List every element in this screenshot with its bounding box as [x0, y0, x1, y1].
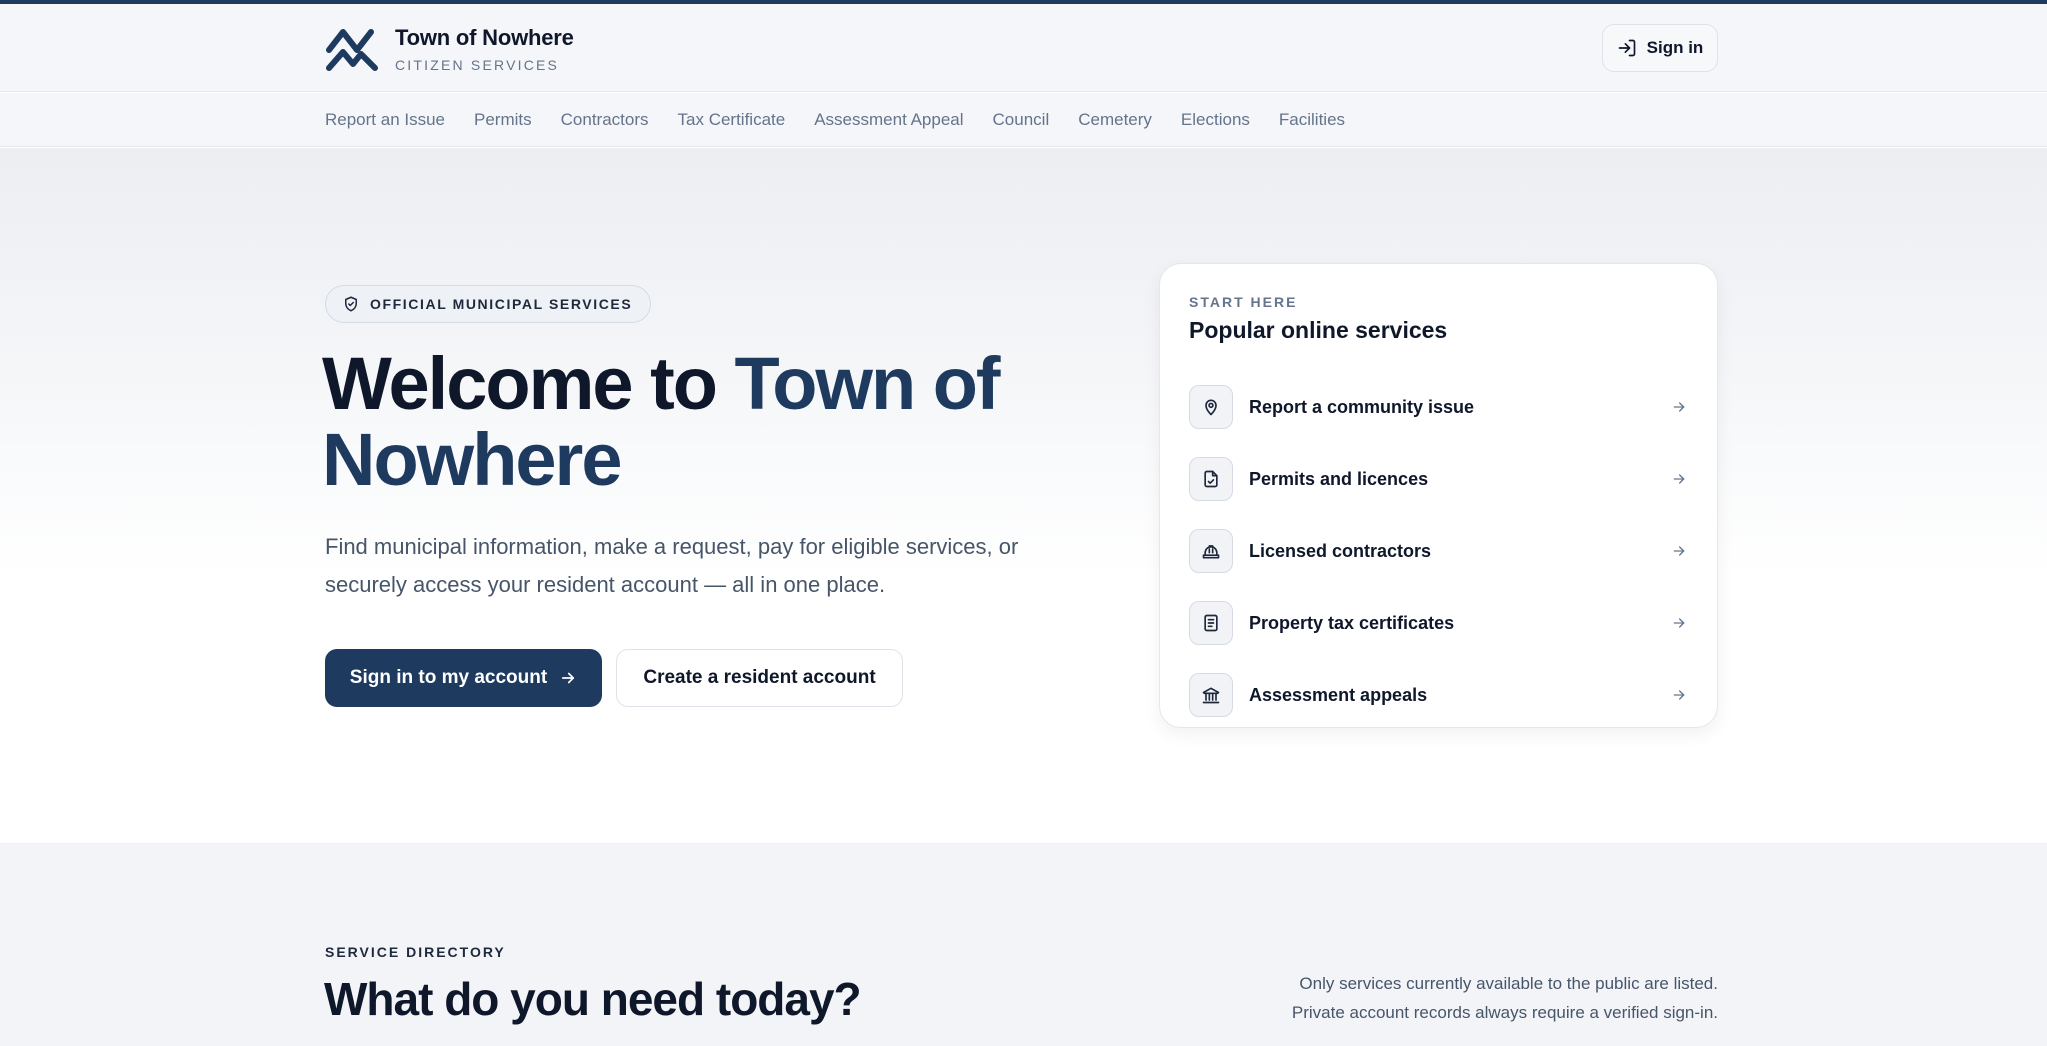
arrow-right-icon	[1673, 402, 1685, 412]
service-assessment-appeals[interactable]: Assessment appeals	[1189, 659, 1689, 731]
nav-contractors[interactable]: Contractors	[561, 110, 649, 130]
brand-text: Town of Nowhere CITIZEN SERVICES	[395, 25, 574, 73]
service-label: Permits and licences	[1249, 468, 1429, 489]
hero-title-plain: Welcome to	[322, 342, 735, 425]
nav-report-issue[interactable]: Report an Issue	[325, 110, 445, 130]
directory-note: Only services currently available to the…	[1292, 969, 1718, 1027]
service-report-issue[interactable]: Report a community issue	[1189, 371, 1689, 443]
arrow-right-icon	[1673, 618, 1685, 628]
arrow-right-icon	[1673, 474, 1685, 484]
directory-title: What do you need today?	[324, 973, 862, 1025]
sign-in-icon	[1618, 39, 1635, 57]
official-badge: OFFICIAL MUNICIPAL SERVICES	[325, 285, 652, 323]
service-label: Report a community issue	[1249, 396, 1475, 417]
popular-services-list: Report a community issue Permits and lic…	[1189, 371, 1689, 731]
shield-check-icon	[345, 296, 357, 312]
service-permits[interactable]: Permits and licences	[1189, 443, 1689, 515]
create-account-button[interactable]: Create a resident account	[616, 649, 903, 707]
create-account-label: Create a resident account	[643, 667, 876, 688]
arrow-right-icon	[1673, 546, 1685, 556]
service-label: Property tax certificates	[1249, 612, 1455, 633]
directory-note-line1: Only services currently available to the…	[1299, 974, 1718, 993]
hero-section: OFFICIAL MUNICIPAL SERVICES Welcome to T…	[0, 148, 2047, 843]
file-check-icon	[1204, 470, 1218, 488]
nav-permits[interactable]: Permits	[474, 110, 532, 130]
site-header: Town of Nowhere CITIZEN SERVICES Sign in	[0, 4, 2047, 92]
landmark-icon	[1202, 687, 1220, 704]
service-label: Assessment appeals	[1249, 684, 1428, 705]
card-eyebrow: START HERE	[1189, 294, 1298, 310]
hero-title: Welcome to Town of Nowhere	[322, 346, 1082, 498]
header-sign-in-label: Sign in	[1646, 38, 1704, 57]
service-label: Licensed contractors	[1249, 540, 1432, 561]
service-tax-certificates[interactable]: Property tax certificates	[1189, 587, 1689, 659]
service-contractors[interactable]: Licensed contractors	[1189, 515, 1689, 587]
hero-description: Find municipal information, make a reque…	[325, 534, 1019, 597]
directory-note-line2: Private account records always require a…	[1291, 1003, 1718, 1022]
hard-hat-icon	[1202, 545, 1220, 559]
sign-in-account-label: Sign in to my account	[349, 667, 548, 688]
brand-name: Town of Nowhere	[395, 25, 574, 50]
mountain-logo-icon	[326, 29, 378, 71]
service-directory-section: SERVICE DIRECTORY What do you need today…	[0, 843, 2047, 1046]
map-pin-icon	[1205, 399, 1217, 416]
header-sign-in-button[interactable]: Sign in	[1602, 24, 1718, 72]
arrow-right-icon	[1673, 690, 1685, 700]
sign-in-account-button[interactable]: Sign in to my account	[325, 649, 602, 707]
main-nav: Report an Issue Permits Contractors Tax …	[0, 93, 2047, 147]
nav-cemetery[interactable]: Cemetery	[1078, 110, 1152, 130]
nav-facilities[interactable]: Facilities	[1279, 110, 1345, 130]
nav-tax-certificate[interactable]: Tax Certificate	[678, 110, 786, 130]
nav-assessment-appeal[interactable]: Assessment Appeal	[814, 110, 963, 130]
badge-label: OFFICIAL MUNICIPAL SERVICES	[370, 296, 633, 312]
brand-subtitle: CITIZEN SERVICES	[395, 57, 560, 73]
brand[interactable]: Town of Nowhere CITIZEN SERVICES	[325, 24, 574, 74]
nav-council[interactable]: Council	[993, 110, 1050, 130]
arrow-right-icon	[562, 672, 575, 684]
popular-services-card: START HERE Popular online services Repor…	[1159, 263, 1718, 728]
nav-elections[interactable]: Elections	[1181, 110, 1250, 130]
card-title: Popular online services	[1189, 317, 1448, 343]
document-icon	[1204, 614, 1218, 632]
directory-eyebrow: SERVICE DIRECTORY	[325, 944, 506, 960]
